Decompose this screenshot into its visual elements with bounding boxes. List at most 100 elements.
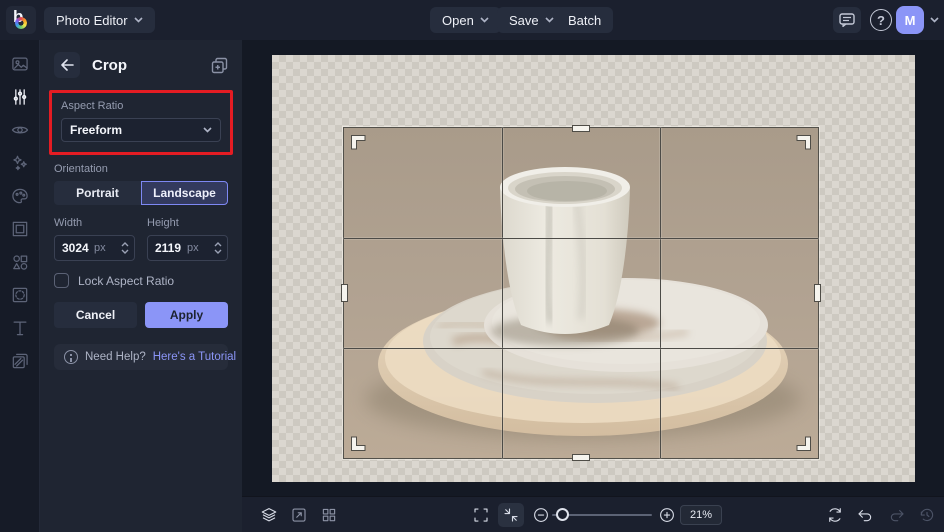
sidebar-item-graphics[interactable] bbox=[8, 251, 32, 273]
multi-page-button[interactable] bbox=[211, 57, 228, 74]
resize-button[interactable] bbox=[286, 503, 312, 527]
info-icon bbox=[64, 350, 78, 364]
crop-handle-top[interactable] bbox=[572, 125, 590, 132]
zoom-slider[interactable] bbox=[552, 514, 652, 516]
account-chevron-down-icon[interactable] bbox=[930, 17, 939, 23]
minus-circle-icon bbox=[532, 506, 550, 524]
width-step-down[interactable] bbox=[121, 249, 129, 254]
width-label: Width bbox=[54, 217, 135, 229]
tutorial-highlight-box: Aspect Ratio Freeform bbox=[49, 90, 233, 155]
open-button[interactable]: Open bbox=[430, 7, 501, 33]
batch-button[interactable]: Batch bbox=[556, 7, 613, 33]
landscape-button[interactable]: Landscape bbox=[141, 181, 228, 205]
sidebar-item-text[interactable] bbox=[8, 317, 32, 339]
sidebar-item-artsy-effects[interactable] bbox=[8, 185, 32, 207]
zoom-out-button[interactable] bbox=[528, 503, 554, 527]
height-unit: px bbox=[187, 242, 199, 254]
history-clock-icon bbox=[918, 506, 936, 524]
portrait-button[interactable]: Portrait bbox=[54, 181, 141, 205]
fullscreen-button[interactable] bbox=[468, 503, 494, 527]
app-menu-label: Photo Editor bbox=[56, 13, 128, 28]
lock-aspect-checkbox[interactable] bbox=[54, 273, 69, 288]
chevron-down-icon bbox=[203, 127, 212, 133]
refresh-icon bbox=[826, 506, 844, 524]
chevron-down-icon bbox=[480, 17, 489, 23]
orientation-toggle: Portrait Landscape bbox=[54, 181, 228, 205]
lock-aspect-row[interactable]: Lock Aspect Ratio bbox=[54, 273, 228, 288]
grid-icon bbox=[320, 506, 338, 524]
zoom-level-badge[interactable]: 21% bbox=[680, 505, 722, 525]
texture-icon bbox=[10, 351, 30, 371]
help-button[interactable]: ? bbox=[870, 9, 892, 31]
width-step-up[interactable] bbox=[121, 242, 129, 247]
color-wheel-icon bbox=[15, 17, 27, 29]
redo-button[interactable] bbox=[884, 503, 910, 527]
apply-button[interactable]: Apply bbox=[145, 302, 228, 328]
crop-handle-top-right[interactable] bbox=[796, 135, 811, 150]
reset-button[interactable] bbox=[822, 503, 848, 527]
lock-aspect-label: Lock Aspect Ratio bbox=[78, 274, 174, 288]
layers-icon bbox=[260, 506, 278, 524]
back-button[interactable] bbox=[54, 52, 80, 78]
width-unit: px bbox=[94, 242, 106, 254]
chevron-down-icon bbox=[134, 17, 143, 23]
height-step-down[interactable] bbox=[214, 249, 222, 254]
chevron-down-icon bbox=[545, 17, 554, 23]
sidebar-item-overlays[interactable] bbox=[8, 284, 32, 306]
crop-handle-top-left[interactable] bbox=[351, 135, 366, 150]
save-label: Save bbox=[509, 13, 539, 28]
sidebar-item-photo-manager[interactable] bbox=[8, 53, 32, 75]
frame-icon bbox=[10, 219, 30, 239]
feedback-button[interactable] bbox=[833, 7, 861, 33]
tutorial-link[interactable]: Here's a Tutorial bbox=[153, 351, 236, 363]
crop-handle-bottom-right[interactable] bbox=[796, 436, 811, 451]
aspect-ratio-select[interactable]: Freeform bbox=[61, 118, 221, 142]
batch-label: Batch bbox=[568, 13, 601, 28]
height-input[interactable] bbox=[155, 241, 187, 255]
bottom-toolbar: 21% bbox=[242, 496, 944, 532]
fit-screen-icon bbox=[502, 506, 520, 524]
crop-handle-bottom-left[interactable] bbox=[351, 436, 366, 451]
sidebar-item-textures[interactable] bbox=[8, 350, 32, 372]
orientation-label: Orientation bbox=[54, 163, 228, 175]
height-input-box: px bbox=[147, 235, 228, 261]
eye-icon bbox=[10, 120, 30, 140]
palette-icon bbox=[10, 186, 30, 206]
crop-handle-left[interactable] bbox=[341, 284, 348, 302]
undo-icon bbox=[856, 506, 874, 524]
grid-view-button[interactable] bbox=[316, 503, 342, 527]
history-button[interactable] bbox=[914, 503, 940, 527]
crop-grid-line-horizontal-1 bbox=[344, 238, 818, 239]
crop-handle-bottom[interactable] bbox=[572, 454, 590, 461]
sidebar-item-touch-up[interactable] bbox=[8, 119, 32, 141]
help-text: Need Help? bbox=[85, 351, 146, 363]
height-step-up[interactable] bbox=[214, 242, 222, 247]
crop-grid-line-vertical-1 bbox=[502, 128, 503, 458]
sparkles-icon bbox=[10, 153, 30, 173]
cancel-button[interactable]: Cancel bbox=[54, 302, 137, 328]
text-icon bbox=[10, 318, 30, 338]
undo-button[interactable] bbox=[852, 503, 878, 527]
befunky-logo[interactable]: b bbox=[6, 6, 36, 34]
crop-handle-right[interactable] bbox=[814, 284, 821, 302]
sidebar-item-edit[interactable] bbox=[8, 86, 32, 108]
crop-grid-line-vertical-2 bbox=[660, 128, 661, 458]
arrow-left-icon bbox=[60, 59, 74, 71]
width-input[interactable] bbox=[62, 241, 94, 255]
zoom-slider-handle[interactable] bbox=[556, 508, 569, 521]
pages-icon bbox=[211, 57, 228, 74]
app-menu-button[interactable]: Photo Editor bbox=[44, 7, 155, 33]
avatar[interactable]: M bbox=[896, 6, 924, 34]
question-mark-icon: ? bbox=[877, 13, 885, 28]
crop-box[interactable] bbox=[343, 127, 819, 459]
sidebar-item-frames[interactable] bbox=[8, 218, 32, 240]
image-icon bbox=[10, 54, 30, 74]
sidebar-item-effects[interactable] bbox=[8, 152, 32, 174]
shapes-icon bbox=[10, 252, 30, 272]
comment-icon bbox=[839, 13, 855, 27]
overlay-icon bbox=[10, 285, 30, 305]
fit-to-screen-button[interactable] bbox=[498, 503, 524, 527]
zoom-in-button[interactable] bbox=[654, 503, 680, 527]
layers-button[interactable] bbox=[256, 503, 282, 527]
height-label: Height bbox=[147, 217, 228, 229]
